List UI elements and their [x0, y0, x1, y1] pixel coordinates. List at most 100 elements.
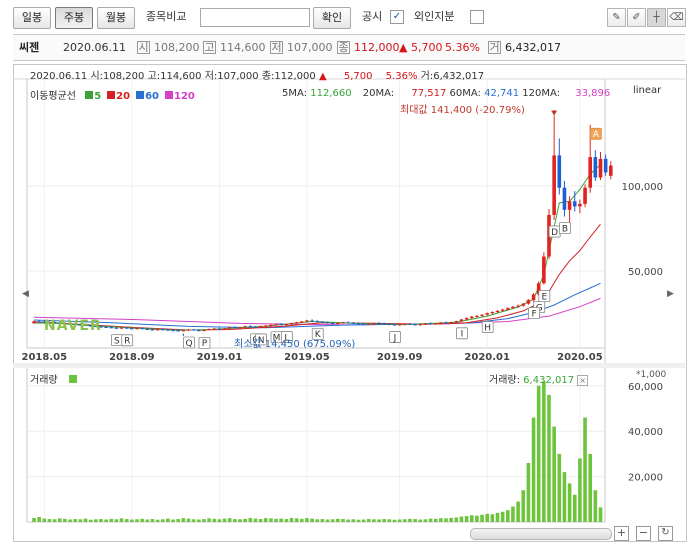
date-tick-label: 2020.01: [464, 352, 510, 363]
volume-bar: [52, 519, 57, 522]
candle-body: [531, 294, 536, 301]
volume-bar: [73, 519, 77, 522]
candle-body: [253, 326, 258, 328]
volume-bar: [222, 518, 227, 522]
candle-body: [176, 330, 180, 332]
candle-body: [433, 323, 438, 325]
ma-values: 5MA: 112,660 20MA: 77,517 60MA: 42,741 1…: [282, 88, 610, 99]
zoom-out-icon[interactable]: −: [636, 526, 651, 541]
chart-header: 2020.06.11 시:108,200 고:114,600 저:107,000…: [30, 67, 484, 82]
candle-body: [140, 328, 144, 330]
candle-body: [392, 324, 397, 326]
candle-body: [578, 203, 582, 207]
volume-bar: [171, 519, 175, 522]
candle-body: [330, 323, 335, 325]
candle-body: [145, 328, 150, 330]
volume-bar: [32, 517, 36, 522]
candle-body: [243, 326, 247, 328]
volume-bar: [418, 519, 423, 522]
candle-body: [315, 321, 320, 323]
ma5-line: [33, 164, 601, 331]
date-tick-label: 2020.05: [557, 352, 603, 363]
ma-legend-swatch-5: [85, 91, 94, 99]
scale-mode[interactable]: linear: [633, 85, 661, 96]
volume-bar: [289, 517, 294, 522]
candle-body: [160, 329, 165, 331]
candle-body: [387, 324, 392, 326]
candle-body: [495, 310, 500, 312]
signal-marker-S: S: [114, 336, 120, 346]
volume-bar: [413, 519, 417, 522]
signal-marker-H: H: [484, 323, 491, 333]
candle-body: [351, 322, 356, 324]
volume-bar: [135, 519, 139, 522]
volume-bar: [279, 518, 283, 522]
header-low: 107,000: [217, 71, 259, 82]
candle-body: [104, 326, 108, 328]
volume-bar: [119, 518, 124, 522]
panel-separator: [13, 363, 685, 368]
candle-body: [300, 321, 304, 323]
volume-bar: [63, 518, 67, 522]
volume-bar: [330, 519, 335, 522]
signal-marker-A: A: [593, 130, 600, 140]
volume-bar: [253, 518, 258, 522]
candle-body: [336, 323, 340, 325]
candle-body: [397, 324, 402, 326]
volume-bar: [300, 518, 304, 522]
volume-bar: [377, 519, 381, 522]
candle-body: [609, 165, 613, 176]
candle-body: [217, 328, 222, 330]
candle-body: [289, 323, 294, 325]
volume-bar: [397, 519, 402, 522]
volume-bar: [521, 490, 526, 522]
signal-marker-Q: Q: [185, 339, 192, 349]
signal-marker-F: F: [531, 309, 536, 319]
volume-bar: [562, 472, 567, 522]
volume-bar: [356, 519, 361, 522]
volume-bar: [233, 519, 237, 522]
zoom-in-icon[interactable]: +: [614, 526, 629, 541]
header-open-label: 시:: [90, 71, 104, 82]
volume-bar: [68, 519, 72, 522]
pan-right-icon[interactable]: ▶: [667, 289, 674, 299]
reset-icon[interactable]: ↻: [658, 526, 673, 541]
date-tick-label: 2019.01: [197, 352, 243, 363]
candle-body: [258, 326, 263, 328]
volume-bar: [449, 517, 453, 522]
candle-body: [439, 322, 443, 324]
volume-bar: [557, 453, 562, 522]
candle-body: [356, 323, 361, 325]
volume-bar: [47, 519, 52, 522]
volume-bar: [88, 519, 93, 522]
volume-legend-swatch: [68, 375, 77, 383]
candle-body: [274, 324, 278, 326]
volume-close-icon[interactable]: ×: [577, 375, 589, 386]
volume-bar: [217, 519, 222, 522]
candle-body: [37, 321, 41, 323]
candle-body: [469, 316, 474, 319]
ma60-value: 42,741: [484, 88, 520, 99]
volume-bar: [243, 518, 247, 522]
candle-body: [222, 328, 227, 330]
volume-bar: [480, 514, 484, 522]
candle-body: [238, 327, 242, 329]
candle-body: [542, 256, 546, 284]
volume-bar: [372, 519, 376, 522]
volume-bar: [336, 518, 340, 522]
pan-left-icon[interactable]: ◀: [22, 289, 29, 299]
volume-bar: [325, 519, 330, 522]
timeline-scrollbar[interactable]: [470, 528, 612, 540]
signal-marker-P: P: [202, 339, 208, 349]
volume-bar: [315, 519, 320, 522]
candle-body: [377, 323, 381, 325]
volume-bar: [104, 519, 108, 522]
volume-bar: [459, 516, 464, 522]
volume-bar: [387, 519, 392, 522]
volume-bar: [202, 519, 206, 522]
volume-bar: [346, 519, 350, 522]
candle-body: [444, 322, 448, 324]
volume-bar: [583, 417, 587, 522]
volume-bar: [37, 517, 41, 522]
candle-body: [320, 321, 325, 323]
